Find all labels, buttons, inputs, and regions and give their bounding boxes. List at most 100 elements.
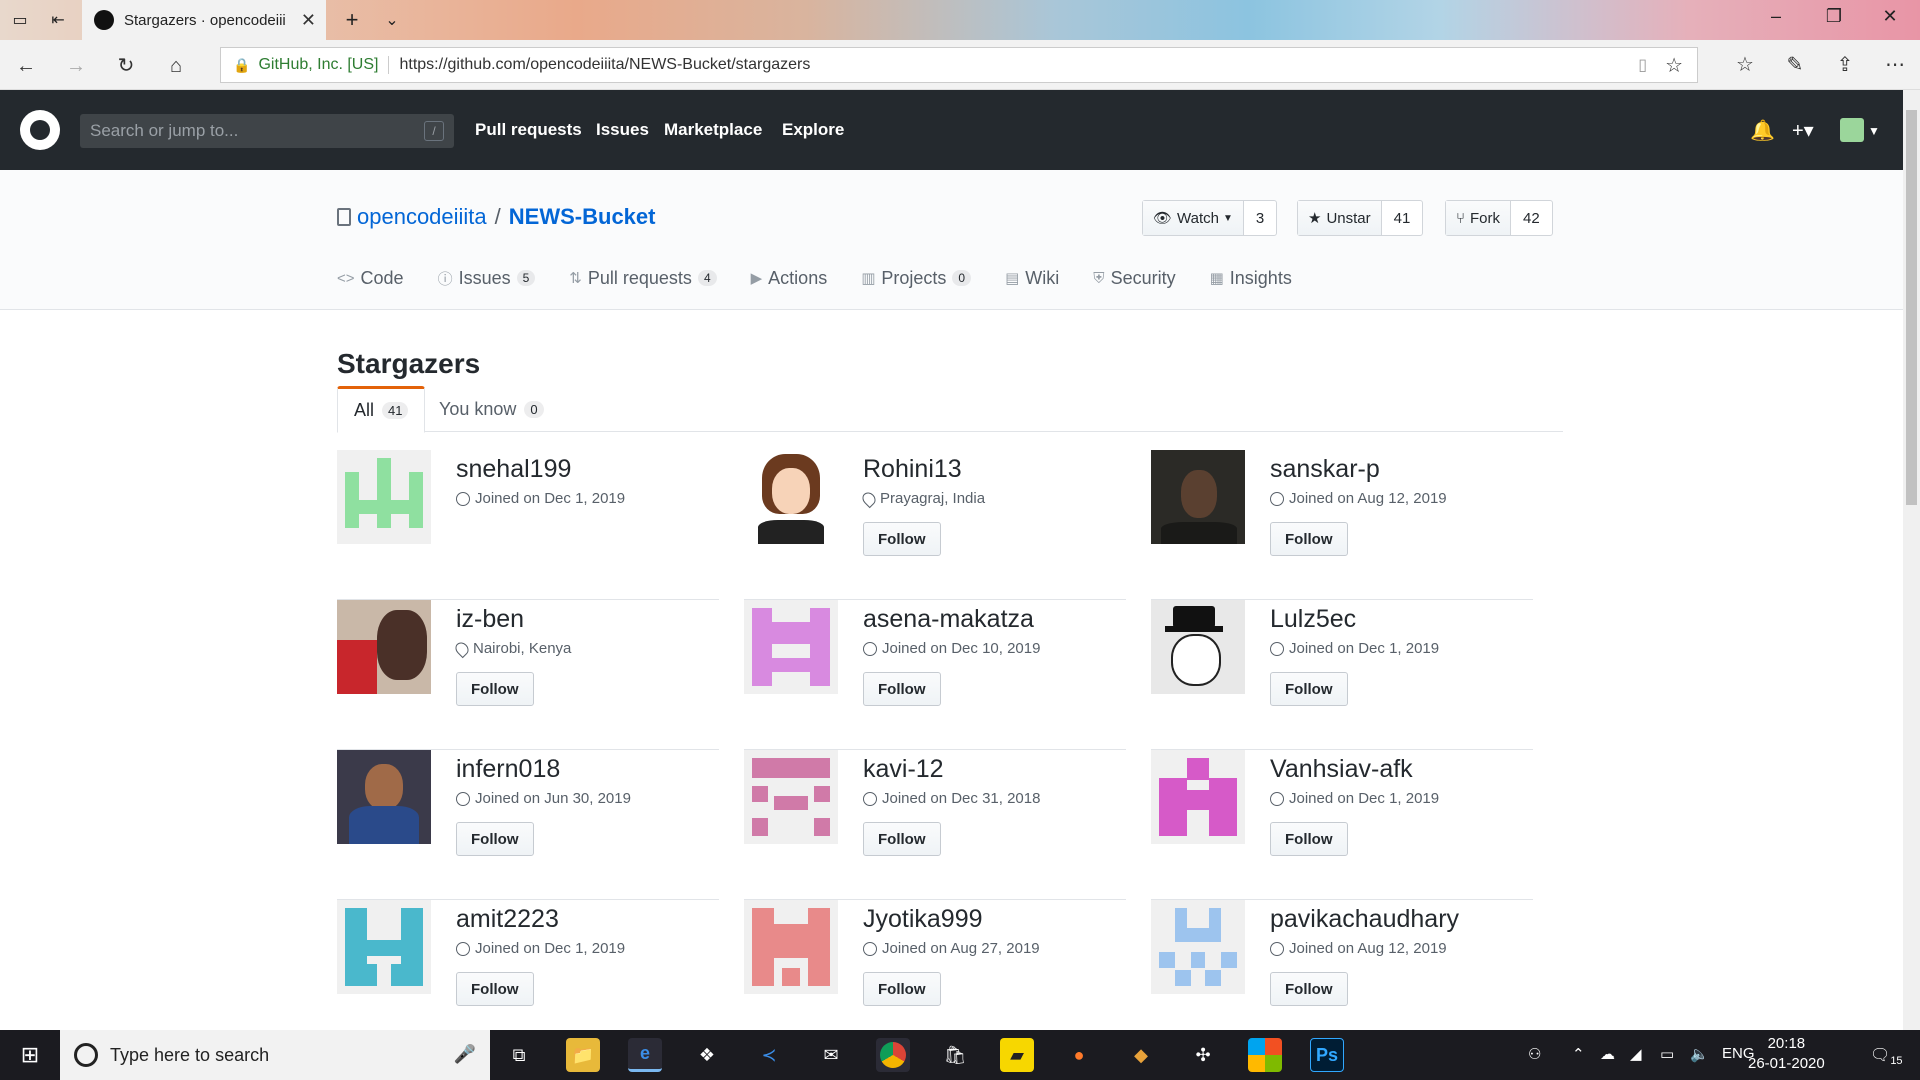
tab-close-icon[interactable]: ✕ bbox=[301, 10, 316, 31]
set-aside-tabs-icon[interactable]: ⇤ bbox=[46, 8, 70, 32]
follow-button[interactable]: Follow bbox=[456, 822, 534, 856]
tab-manager-icon[interactable]: ▭ bbox=[8, 8, 32, 32]
username-link[interactable]: amit2223 bbox=[456, 905, 559, 934]
restore-icon[interactable]: ❐ bbox=[1814, 6, 1854, 27]
notification-center-icon[interactable]: 🗨15 bbox=[1870, 1045, 1903, 1067]
more-icon[interactable]: ⋯ bbox=[1881, 52, 1909, 77]
create-new-plus-icon[interactable]: +▾ bbox=[1792, 118, 1814, 143]
windows-start-icon[interactable]: ⊞ bbox=[0, 1030, 60, 1080]
tab-list-chevron-icon[interactable]: ⌄ bbox=[380, 8, 404, 32]
follow-button[interactable]: Follow bbox=[1270, 522, 1348, 556]
people-icon[interactable]: ⚇ bbox=[1528, 1045, 1541, 1063]
follow-button[interactable]: Follow bbox=[456, 672, 534, 706]
sticky-notes-icon[interactable]: ▰ bbox=[1000, 1038, 1034, 1072]
tab-projects[interactable]: ▥ Projects 0 bbox=[861, 258, 972, 298]
username-link[interactable]: Jyotika999 bbox=[863, 905, 983, 934]
username-link[interactable]: infern018 bbox=[456, 755, 560, 784]
favorites-icon[interactable]: ☆ bbox=[1731, 52, 1759, 77]
avatar[interactable] bbox=[1151, 450, 1245, 544]
follow-button[interactable]: Follow bbox=[1270, 672, 1348, 706]
photoshop-icon[interactable]: Ps bbox=[1310, 1038, 1344, 1072]
nav-explore[interactable]: Explore bbox=[782, 120, 844, 140]
wifi-icon[interactable]: ◢ bbox=[1630, 1045, 1642, 1063]
taskbar-search-input[interactable]: Type here to search 🎤 bbox=[60, 1030, 490, 1080]
tab-security[interactable]: ⛨ Security bbox=[1093, 258, 1175, 298]
follow-button[interactable]: Follow bbox=[863, 522, 941, 556]
mail-icon[interactable]: ✉ bbox=[814, 1038, 848, 1072]
dropbox-icon[interactable]: ❖ bbox=[690, 1038, 724, 1072]
scrollbar-thumb[interactable] bbox=[1906, 110, 1917, 505]
avatar[interactable] bbox=[744, 450, 838, 544]
store-icon[interactable]: 🛍 bbox=[938, 1038, 972, 1072]
minimize-icon[interactable]: – bbox=[1756, 6, 1796, 27]
share-icon[interactable]: ⇪ bbox=[1831, 52, 1859, 77]
task-view-icon[interactable]: ⧉ bbox=[502, 1038, 536, 1072]
search-input[interactable]: Search or jump to... / bbox=[80, 114, 454, 148]
avatar[interactable] bbox=[337, 600, 431, 694]
certificate-label[interactable]: GitHub, Inc. [US] bbox=[258, 56, 390, 74]
avatar[interactable] bbox=[1151, 750, 1245, 844]
watch-button[interactable]: 👁 Watch ▼ bbox=[1143, 201, 1244, 235]
tab-you-know[interactable]: You know 0 bbox=[423, 386, 560, 433]
microphone-icon[interactable]: 🎤 bbox=[454, 1044, 476, 1065]
avatar[interactable] bbox=[744, 900, 838, 994]
avatar[interactable] bbox=[337, 750, 431, 844]
onedrive-icon[interactable]: ☁ bbox=[1600, 1045, 1615, 1063]
follow-button[interactable]: Follow bbox=[1270, 822, 1348, 856]
avatar[interactable] bbox=[1151, 600, 1245, 694]
follow-button[interactable]: Follow bbox=[863, 672, 941, 706]
battery-icon[interactable]: ▭ bbox=[1660, 1045, 1674, 1063]
page-scrollbar[interactable] bbox=[1903, 90, 1920, 1030]
tab-insights[interactable]: ▦ Insights bbox=[1210, 258, 1292, 298]
follow-button[interactable]: Follow bbox=[863, 822, 941, 856]
avatar-dropdown-icon[interactable]: ▼ bbox=[1868, 124, 1880, 138]
username-link[interactable]: pavikachaudhary bbox=[1270, 905, 1459, 934]
chrome-icon[interactable] bbox=[876, 1038, 910, 1072]
back-icon[interactable]: ← bbox=[12, 52, 40, 80]
username-link[interactable]: Vanhsiav-afk bbox=[1270, 755, 1413, 784]
repo-name-link[interactable]: NEWS-Bucket bbox=[509, 204, 656, 230]
edge-browser-icon[interactable]: e bbox=[628, 1038, 662, 1072]
repo-owner-link[interactable]: opencodeiiita bbox=[357, 204, 487, 230]
nav-marketplace[interactable]: Marketplace bbox=[664, 120, 762, 140]
follow-button[interactable]: Follow bbox=[1270, 972, 1348, 1006]
avatar[interactable] bbox=[1151, 900, 1245, 994]
user-avatar[interactable] bbox=[1840, 118, 1864, 142]
avatar[interactable] bbox=[744, 750, 838, 844]
refresh-icon[interactable]: ↻ bbox=[112, 52, 140, 80]
follow-button[interactable]: Follow bbox=[456, 972, 534, 1006]
tab-pull-requests[interactable]: ⇅ Pull requests 4 bbox=[569, 258, 717, 298]
browser-tab-active[interactable]: Stargazers · opencodeiii ✕ bbox=[82, 0, 326, 40]
slack-icon[interactable]: ✣ bbox=[1186, 1038, 1220, 1072]
avatar[interactable] bbox=[744, 600, 838, 694]
username-link[interactable]: Rohini13 bbox=[863, 455, 962, 484]
notes-icon[interactable]: ✎ bbox=[1781, 52, 1809, 77]
username-link[interactable]: iz-ben bbox=[456, 605, 524, 634]
username-link[interactable]: asena-makatza bbox=[863, 605, 1034, 634]
tab-issues[interactable]: ⓘ Issues 5 bbox=[438, 258, 536, 298]
github-logo-icon[interactable] bbox=[20, 110, 60, 150]
notifications-bell-icon[interactable]: 🔔 bbox=[1750, 118, 1775, 143]
firefox-icon[interactable]: ● bbox=[1062, 1038, 1096, 1072]
username-link[interactable]: sanskar-p bbox=[1270, 455, 1380, 484]
follow-button[interactable]: Follow bbox=[863, 972, 941, 1006]
url-field[interactable]: 🔒 GitHub, Inc. [US] https://github.com/o… bbox=[220, 47, 1698, 83]
forward-icon[interactable]: → bbox=[62, 52, 90, 80]
fork-count[interactable]: 42 bbox=[1511, 201, 1552, 235]
username-link[interactable]: kavi-12 bbox=[863, 755, 944, 784]
clock[interactable]: 20:18 26-01-2020 bbox=[1748, 1034, 1825, 1074]
avatar[interactable] bbox=[337, 900, 431, 994]
username-link[interactable]: Lulz5ec bbox=[1270, 605, 1356, 634]
star-count[interactable]: 41 bbox=[1382, 201, 1423, 235]
tab-all[interactable]: All 41 bbox=[337, 386, 426, 433]
avatar[interactable] bbox=[337, 450, 431, 544]
home-icon[interactable]: ⌂ bbox=[162, 52, 190, 80]
watch-count[interactable]: 3 bbox=[1244, 201, 1276, 235]
tray-chevron-icon[interactable]: ⌃ bbox=[1572, 1045, 1585, 1063]
nav-issues[interactable]: Issues bbox=[596, 120, 649, 140]
new-tab-icon[interactable]: + bbox=[340, 7, 364, 32]
username-link[interactable]: snehal199 bbox=[456, 455, 571, 484]
unstar-button[interactable]: ★ Unstar bbox=[1298, 201, 1382, 235]
volume-icon[interactable]: 🔈 bbox=[1690, 1045, 1709, 1063]
window-close-icon[interactable]: ✕ bbox=[1870, 6, 1910, 27]
